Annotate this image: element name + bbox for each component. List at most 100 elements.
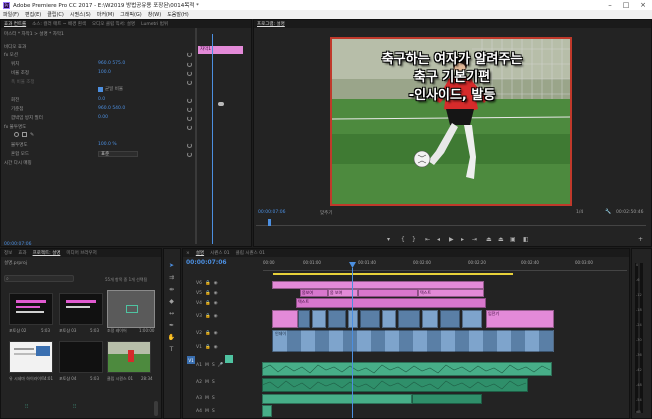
timeline-clip[interactable] bbox=[312, 310, 326, 328]
tab-sequence-main[interactable]: 설명 bbox=[196, 250, 204, 256]
slip-tool-icon[interactable]: ↔ bbox=[167, 309, 176, 318]
solo-icon[interactable]: S bbox=[212, 396, 215, 401]
timeline-clip[interactable] bbox=[348, 310, 358, 328]
comparison-view-icon[interactable]: ◧ bbox=[523, 236, 529, 243]
menu-clip[interactable]: 클립(C) bbox=[47, 11, 64, 18]
solo-icon[interactable]: S bbox=[212, 380, 215, 385]
extract-icon[interactable]: ⏏ bbox=[498, 236, 504, 243]
mark-out-icon[interactable]: } bbox=[412, 236, 416, 243]
eye-icon[interactable]: ◉ bbox=[214, 301, 218, 306]
lock-icon[interactable]: 🔒 bbox=[205, 301, 211, 306]
effect-playhead[interactable] bbox=[212, 34, 216, 244]
timeline-clip[interactable]: 몸보여 bbox=[300, 289, 328, 297]
add-marker-icon[interactable]: ▾ bbox=[387, 236, 390, 243]
program-scrubber[interactable] bbox=[256, 220, 646, 226]
source-patch-v1[interactable]: V1 bbox=[187, 356, 195, 364]
mark-in-icon[interactable]: { bbox=[401, 236, 405, 243]
menu-file[interactable]: 파일(F) bbox=[3, 11, 19, 18]
track-header-v4[interactable]: V4 🔒 ◉ bbox=[196, 299, 260, 308]
timeline-clip[interactable] bbox=[440, 310, 460, 328]
play-icon[interactable]: ▶ bbox=[449, 236, 454, 243]
tab-program[interactable]: 프로그램: 설명 bbox=[257, 21, 285, 27]
reset-blend-icon[interactable] bbox=[187, 152, 192, 157]
mute-icon[interactable]: M bbox=[205, 409, 209, 414]
timeline-clip[interactable] bbox=[298, 310, 310, 328]
timeline-clip[interactable] bbox=[462, 310, 482, 328]
reset-position-icon[interactable] bbox=[187, 62, 192, 67]
ec-row-time-remap[interactable]: 시간 다시 매핑 bbox=[4, 159, 32, 166]
solo-icon[interactable]: S bbox=[212, 409, 215, 414]
menu-sequence[interactable]: 시퀀스(S) bbox=[70, 11, 91, 18]
tab-project[interactable]: 프로젝트: 설명 bbox=[33, 250, 61, 256]
go-to-out-icon[interactable]: ⇥ bbox=[472, 236, 477, 243]
menu-marker[interactable]: 마커(M) bbox=[97, 11, 114, 18]
flicker-value[interactable]: 0.00 bbox=[98, 115, 108, 120]
tab-project-effects[interactable]: 효과 bbox=[18, 250, 26, 256]
program-timecode[interactable]: 00:00:07:06 bbox=[258, 210, 285, 215]
mute-icon[interactable]: M bbox=[205, 363, 209, 368]
tab-lumetri[interactable]: Lumetri 범위 bbox=[141, 21, 168, 27]
ellipse-mask-icon[interactable] bbox=[14, 132, 19, 137]
timeline-clip[interactable] bbox=[398, 310, 420, 328]
tab-audio-mixer[interactable]: 오디오 클립 믹서: 설명 bbox=[92, 21, 135, 27]
resolution-select[interactable]: 1/4 bbox=[576, 210, 583, 215]
ec-row-opacity[interactable]: fx 불투명도 bbox=[4, 123, 26, 130]
solo-icon[interactable]: S bbox=[212, 363, 215, 368]
audio-clip-a4[interactable] bbox=[262, 405, 272, 417]
export-frame-icon[interactable]: ▣ bbox=[510, 236, 516, 243]
close-icon[interactable]: × bbox=[186, 251, 190, 256]
mic-icon[interactable]: 🎤 bbox=[218, 363, 224, 368]
zoom-fit-select[interactable]: 맞추기 bbox=[320, 210, 332, 216]
timeline-ruler[interactable]: 00:00 00:01:00 00:01:40 00:02:00 00:02:2… bbox=[263, 259, 627, 271]
tab-media-browser[interactable]: 미디어 브라우저 bbox=[66, 250, 96, 256]
timeline-clip[interactable] bbox=[382, 310, 396, 328]
track-header-v5[interactable]: V5 🔒 ◉ bbox=[196, 289, 260, 298]
selection-tool-icon[interactable]: ➤ bbox=[167, 261, 176, 270]
keyframe-marker[interactable] bbox=[218, 102, 224, 106]
timeline-clip[interactable]: 텍스트 bbox=[418, 289, 484, 297]
track-header-a4[interactable]: A4 M S bbox=[196, 407, 260, 416]
timeline-clip[interactable] bbox=[422, 310, 438, 328]
track-header-v2[interactable]: V2 🔒 ◉ bbox=[196, 329, 260, 338]
button-editor-icon[interactable]: + bbox=[638, 236, 643, 243]
eye-icon[interactable]: ◉ bbox=[214, 314, 218, 319]
track-target-toggle[interactable] bbox=[225, 355, 233, 363]
timeline-clip[interactable]: 텍스트 bbox=[296, 298, 486, 308]
step-back-icon[interactable]: ◂ bbox=[437, 236, 440, 243]
track-header-a2[interactable]: A2 M S bbox=[196, 378, 260, 387]
eye-icon[interactable]: ◉ bbox=[214, 331, 218, 336]
timeline-playhead[interactable] bbox=[352, 268, 353, 418]
project-item-selected[interactable] bbox=[107, 290, 155, 328]
tab-clip-sequence[interactable]: 클립 시퀀스 01 bbox=[236, 250, 265, 256]
reset-opacity-icon[interactable] bbox=[187, 125, 192, 130]
menu-window[interactable]: 창(W) bbox=[148, 11, 161, 18]
track-select-tool-icon[interactable]: ⇉ bbox=[167, 273, 176, 282]
lock-icon[interactable]: 🔒 bbox=[205, 281, 211, 286]
ec-row-motion[interactable]: fx 모션 bbox=[4, 51, 18, 58]
project-search-input[interactable]: ⌕ bbox=[4, 275, 74, 282]
hand-tool-icon[interactable]: ✋ bbox=[167, 333, 176, 342]
close-button[interactable]: × bbox=[636, 0, 650, 10]
anchor-value[interactable]: 960.0 540.0 bbox=[98, 106, 125, 111]
timeline-timecode[interactable]: 00:00:07:06 bbox=[186, 259, 227, 266]
wrench-icon[interactable]: 🔧 bbox=[605, 209, 611, 215]
minimize-button[interactable]: – bbox=[603, 0, 617, 10]
opacity-value[interactable]: 100.0 % bbox=[98, 142, 117, 147]
timeline-clip[interactable]: 몸 보여 bbox=[328, 289, 358, 297]
tab-source[interactable]: 소스: 컬러 매트 ~ 배경 흰색 bbox=[32, 21, 86, 27]
mute-icon[interactable]: M bbox=[205, 396, 209, 401]
timeline-clip[interactable] bbox=[328, 310, 346, 328]
work-area-bar[interactable] bbox=[273, 273, 513, 275]
lock-icon[interactable]: 🔒 bbox=[205, 314, 211, 319]
timeline-clip[interactable] bbox=[272, 310, 298, 328]
tab-project-info[interactable]: 정보 bbox=[4, 250, 12, 256]
timeline-clip-v1[interactable]: 인데이 bbox=[272, 330, 554, 352]
reset-opacity-value-icon[interactable] bbox=[187, 143, 192, 148]
project-item-thumbnail[interactable] bbox=[59, 341, 103, 373]
rect-mask-icon[interactable] bbox=[22, 132, 27, 137]
razor-tool-icon[interactable]: ◆ bbox=[167, 297, 176, 306]
eye-icon[interactable]: ◉ bbox=[214, 281, 218, 286]
reset-motion-icon[interactable] bbox=[187, 52, 192, 57]
blend-mode-select[interactable]: 표준 bbox=[98, 151, 138, 157]
reset-rotation-icon[interactable] bbox=[187, 98, 192, 103]
